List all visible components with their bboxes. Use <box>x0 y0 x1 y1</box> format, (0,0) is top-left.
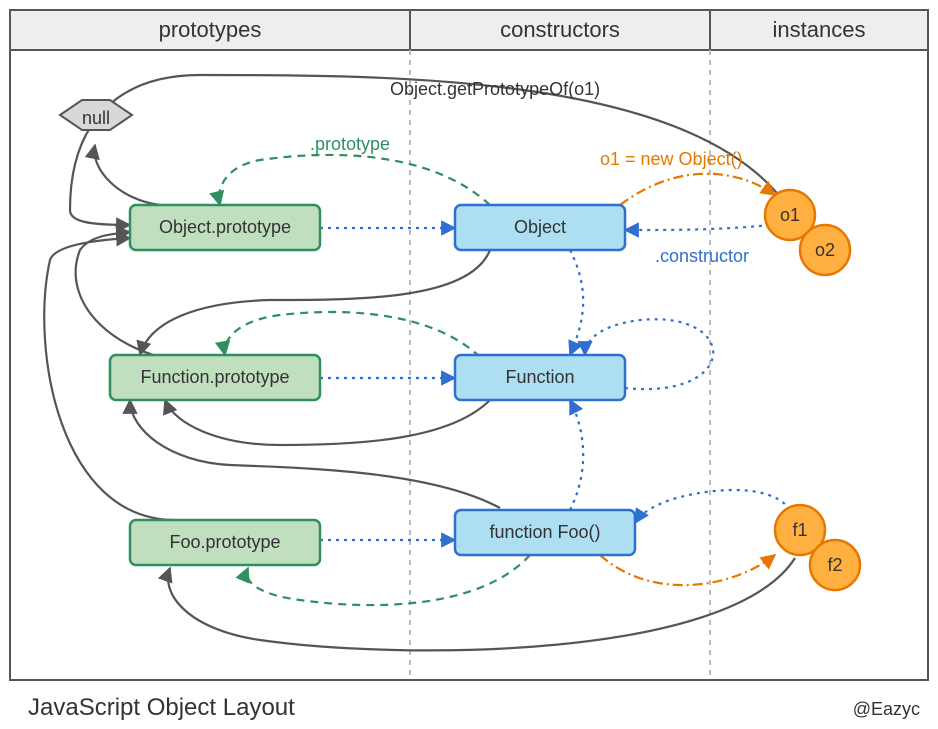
edge-prototype-object <box>219 155 490 205</box>
label-prototype-prop: .prototype <box>310 134 390 154</box>
edge-object-to-functionproto <box>140 250 490 355</box>
svg-text:Object.prototype: Object.prototype <box>159 217 291 237</box>
node-object-prototype: Object.prototype <box>130 205 320 250</box>
outer-frame <box>10 10 928 680</box>
node-f2: f2 <box>810 540 860 590</box>
svg-text:Function: Function <box>505 367 574 387</box>
node-null: null <box>60 100 132 130</box>
edge-f1-to-fooproto <box>168 558 795 650</box>
svg-text:o2: o2 <box>815 240 835 260</box>
edge-new-object-o1 <box>620 174 775 205</box>
edge-constructor-foo-to-function <box>570 400 583 510</box>
edge-constructor-object-to-function <box>570 250 583 355</box>
svg-text:Object: Object <box>514 217 566 237</box>
diagram-canvas: prototypes constructors instances <box>0 0 938 729</box>
edge-objectproto-to-null <box>94 145 160 205</box>
node-function-prototype: Function.prototype <box>110 355 320 400</box>
edge-constructor-f1 <box>635 490 790 523</box>
svg-text:f2: f2 <box>827 555 842 575</box>
col-header-constructors: constructors <box>500 17 620 42</box>
node-foo-prototype: Foo.prototype <box>130 520 320 565</box>
edge-prototype-function <box>225 312 480 357</box>
label-constructor-prop: .constructor <box>655 246 749 266</box>
col-header-prototypes: prototypes <box>159 17 262 42</box>
svg-text:function Foo(): function Foo() <box>489 522 600 542</box>
label-getprototypeof: Object.getPrototypeOf(o1) <box>390 79 600 99</box>
edge-new-foo-f1 <box>600 555 775 585</box>
node-function-foo: function Foo() <box>455 510 635 555</box>
col-header-instances: instances <box>773 17 866 42</box>
edge-constructor-o1 <box>625 225 770 230</box>
node-function: Function <box>455 355 625 400</box>
node-o2: o2 <box>800 225 850 275</box>
footer-credit: @Eazyc <box>853 699 920 719</box>
svg-text:o1: o1 <box>780 205 800 225</box>
svg-text:Function.prototype: Function.prototype <box>140 367 289 387</box>
footer-title: JavaScript Object Layout <box>28 694 295 721</box>
svg-text:f1: f1 <box>792 520 807 540</box>
svg-text:null: null <box>82 108 110 128</box>
node-object: Object <box>455 205 625 250</box>
svg-text:Foo.prototype: Foo.prototype <box>169 532 280 552</box>
label-new-object: o1 = new Object() <box>600 149 743 169</box>
edge-function-to-functionproto <box>165 400 490 445</box>
edge-functionproto-to-objectproto <box>76 232 210 365</box>
edge-foo-to-functionproto <box>130 400 500 508</box>
